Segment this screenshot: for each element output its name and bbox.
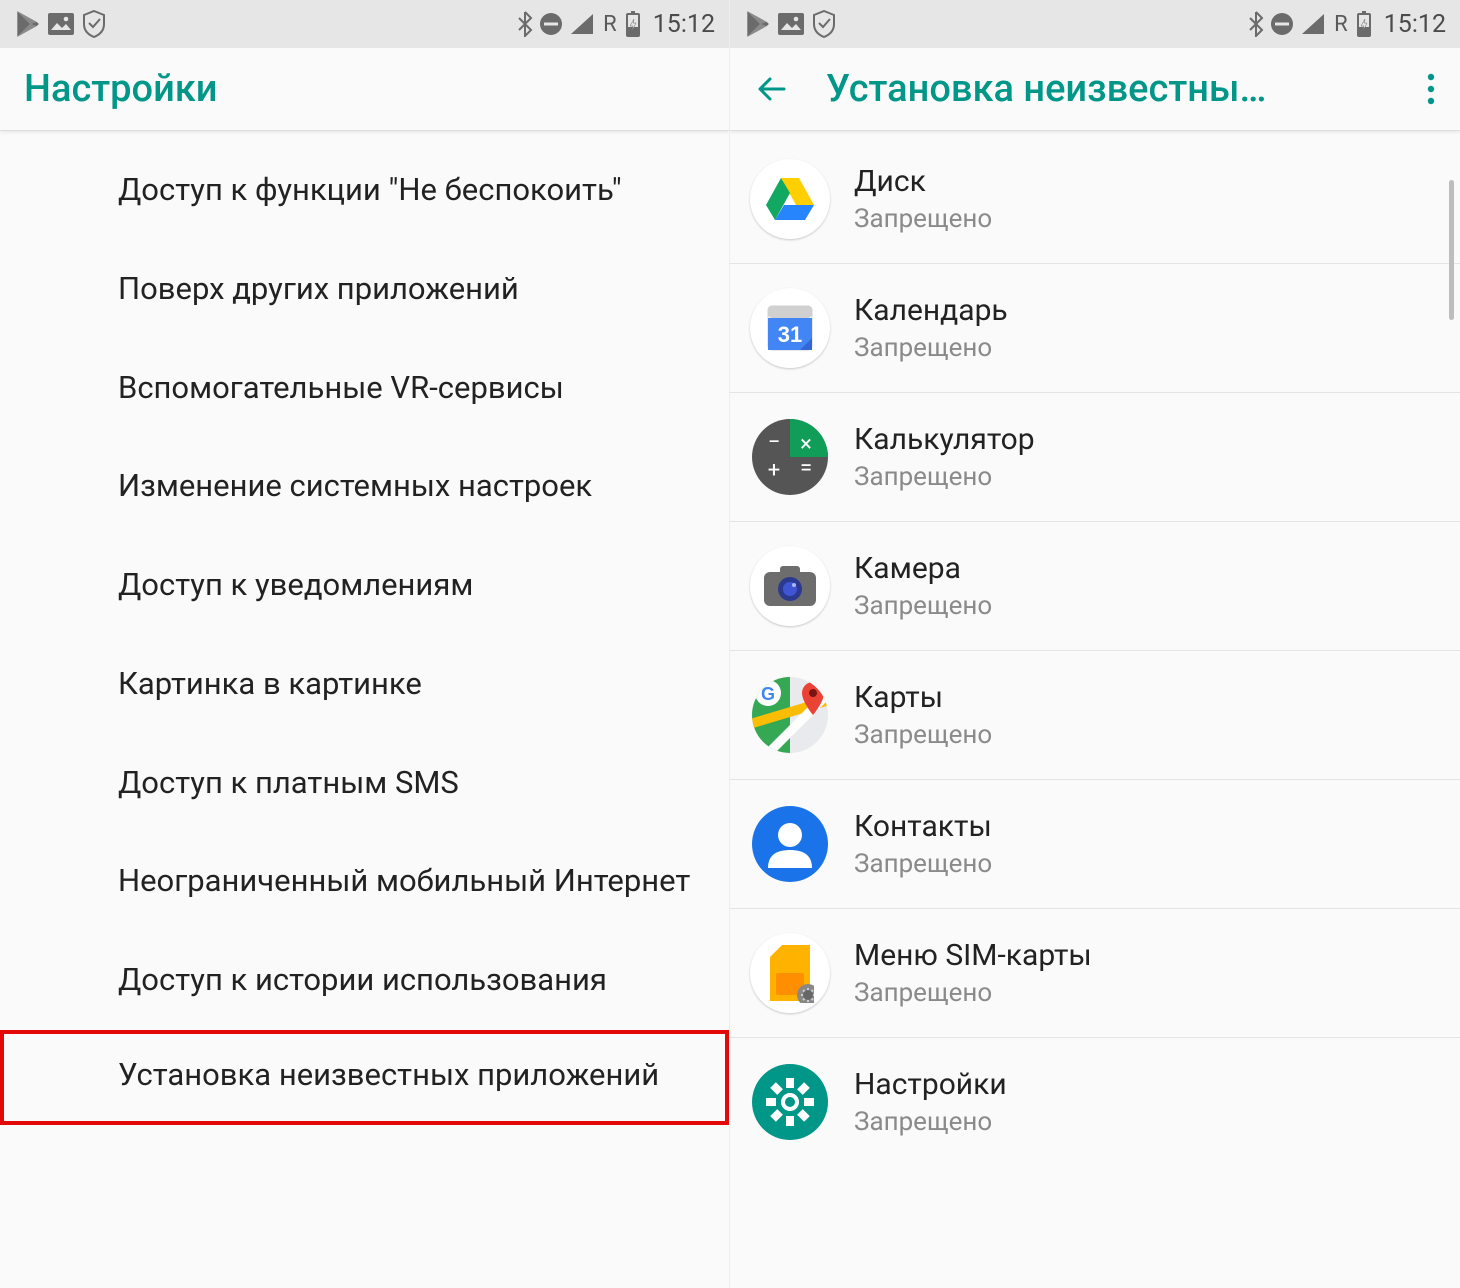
app-row-drive[interactable]: Диск Запрещено <box>730 131 1460 264</box>
calendar-icon: 31 <box>750 288 830 368</box>
app-row-calendar[interactable]: 31 Календарь Запрещено <box>730 264 1460 393</box>
scrollbar-thumb[interactable] <box>1449 180 1454 320</box>
svg-text:31: 31 <box>778 322 802 347</box>
settings-item-unrestricted-data[interactable]: Неограниченный мобильный Интернет <box>0 832 729 931</box>
phone-right: R 15:12 Установка неизвестны… <box>730 0 1460 1288</box>
page-title: Настройки <box>24 67 705 111</box>
status-right-icons: R 15:12 <box>517 10 715 39</box>
signal-icon <box>569 12 595 36</box>
app-status: Запрещено <box>854 1107 1007 1137</box>
app-name: Контакты <box>854 809 992 845</box>
sim-card-icon <box>750 933 830 1013</box>
settings-item-picture-in-picture[interactable]: Картинка в картинке <box>0 635 729 734</box>
clock-time: 15:12 <box>653 10 715 39</box>
app-row-contacts[interactable]: Контакты Запрещено <box>730 780 1460 909</box>
svg-text:G: G <box>761 684 775 704</box>
roaming-label: R <box>1334 12 1348 37</box>
app-row-maps[interactable]: G Карты Запрещено <box>730 651 1460 780</box>
overflow-menu-button[interactable] <box>1426 71 1436 107</box>
roaming-label: R <box>603 12 617 37</box>
clock-time: 15:12 <box>1384 10 1446 39</box>
app-row-camera[interactable]: Камера Запрещено <box>730 522 1460 651</box>
app-bar: Установка неизвестны… <box>730 48 1460 131</box>
svg-text:×: × <box>800 432 812 457</box>
bluetooth-icon <box>517 11 533 37</box>
drive-icon <box>750 159 830 239</box>
status-bar: R 15:12 <box>0 0 729 48</box>
signal-icon <box>1300 12 1326 36</box>
svg-text:−: − <box>768 430 781 455</box>
app-status: Запрещено <box>854 978 1092 1008</box>
app-status: Запрещено <box>854 849 992 879</box>
app-name: Карты <box>854 680 992 716</box>
play-store-icon <box>14 10 40 38</box>
settings-item-vr-helper-services[interactable]: Вспомогательные VR-сервисы <box>0 339 729 438</box>
app-name: Диск <box>854 164 992 200</box>
shield-check-icon <box>82 10 106 38</box>
app-name: Калькулятор <box>854 422 1035 458</box>
svg-text:+: + <box>768 458 780 483</box>
app-status: Запрещено <box>854 462 1035 492</box>
status-bar: R 15:12 <box>730 0 1460 48</box>
app-name: Календарь <box>854 293 1008 329</box>
camera-icon <box>750 546 830 626</box>
gallery-icon <box>48 13 74 35</box>
do-not-disturb-icon <box>539 12 563 36</box>
status-left-icons <box>744 10 836 38</box>
app-status: Запрещено <box>854 591 992 621</box>
app-list[interactable]: Диск Запрещено 31 Календарь Запрещено −×… <box>730 131 1460 1166</box>
back-button[interactable] <box>754 71 790 107</box>
shield-check-icon <box>812 10 836 38</box>
settings-item-notification-access[interactable]: Доступ к уведомлениям <box>0 536 729 635</box>
app-name: Камера <box>854 551 992 587</box>
phone-left: R 15:12 Настройки Доступ к функции "Не б… <box>0 0 730 1288</box>
play-store-icon <box>744 10 770 38</box>
status-right-icons: R 15:12 <box>1248 10 1446 39</box>
app-name: Меню SIM-карты <box>854 938 1092 974</box>
gallery-icon <box>778 13 804 35</box>
app-row-calculator[interactable]: −× + = Калькулятор Запрещено <box>730 393 1460 522</box>
app-row-settings[interactable]: Настройки Запрещено <box>730 1038 1460 1166</box>
settings-item-draw-over-apps[interactable]: Поверх других приложений <box>0 240 729 339</box>
app-row-sim-toolkit[interactable]: Меню SIM-карты Запрещено <box>730 909 1460 1038</box>
settings-item-install-unknown-apps[interactable]: Установка неизвестных приложений <box>0 1030 729 1125</box>
calculator-icon: −× + = <box>750 417 830 497</box>
settings-item-modify-system-settings[interactable]: Изменение системных настроек <box>0 437 729 536</box>
app-status: Запрещено <box>854 204 992 234</box>
settings-item-dnd-access[interactable]: Доступ к функции "Не беспокоить" <box>0 141 729 240</box>
app-status: Запрещено <box>854 333 1008 363</box>
app-status: Запрещено <box>854 720 992 750</box>
contacts-icon <box>750 804 830 884</box>
app-bar: Настройки <box>0 48 729 131</box>
settings-gear-icon <box>750 1062 830 1142</box>
page-title: Установка неизвестны… <box>826 67 1402 111</box>
battery-charging-icon <box>1356 11 1372 37</box>
status-left-icons <box>14 10 106 38</box>
settings-item-usage-access[interactable]: Доступ к истории использования <box>0 931 729 1030</box>
settings-list[interactable]: Доступ к функции "Не беспокоить" Поверх … <box>0 131 729 1125</box>
settings-item-premium-sms-access[interactable]: Доступ к платным SMS <box>0 734 729 833</box>
bluetooth-icon <box>1248 11 1264 37</box>
do-not-disturb-icon <box>1270 12 1294 36</box>
app-name: Настройки <box>854 1067 1007 1103</box>
svg-text:=: = <box>800 456 812 481</box>
maps-icon: G <box>750 675 830 755</box>
battery-charging-icon <box>625 11 641 37</box>
